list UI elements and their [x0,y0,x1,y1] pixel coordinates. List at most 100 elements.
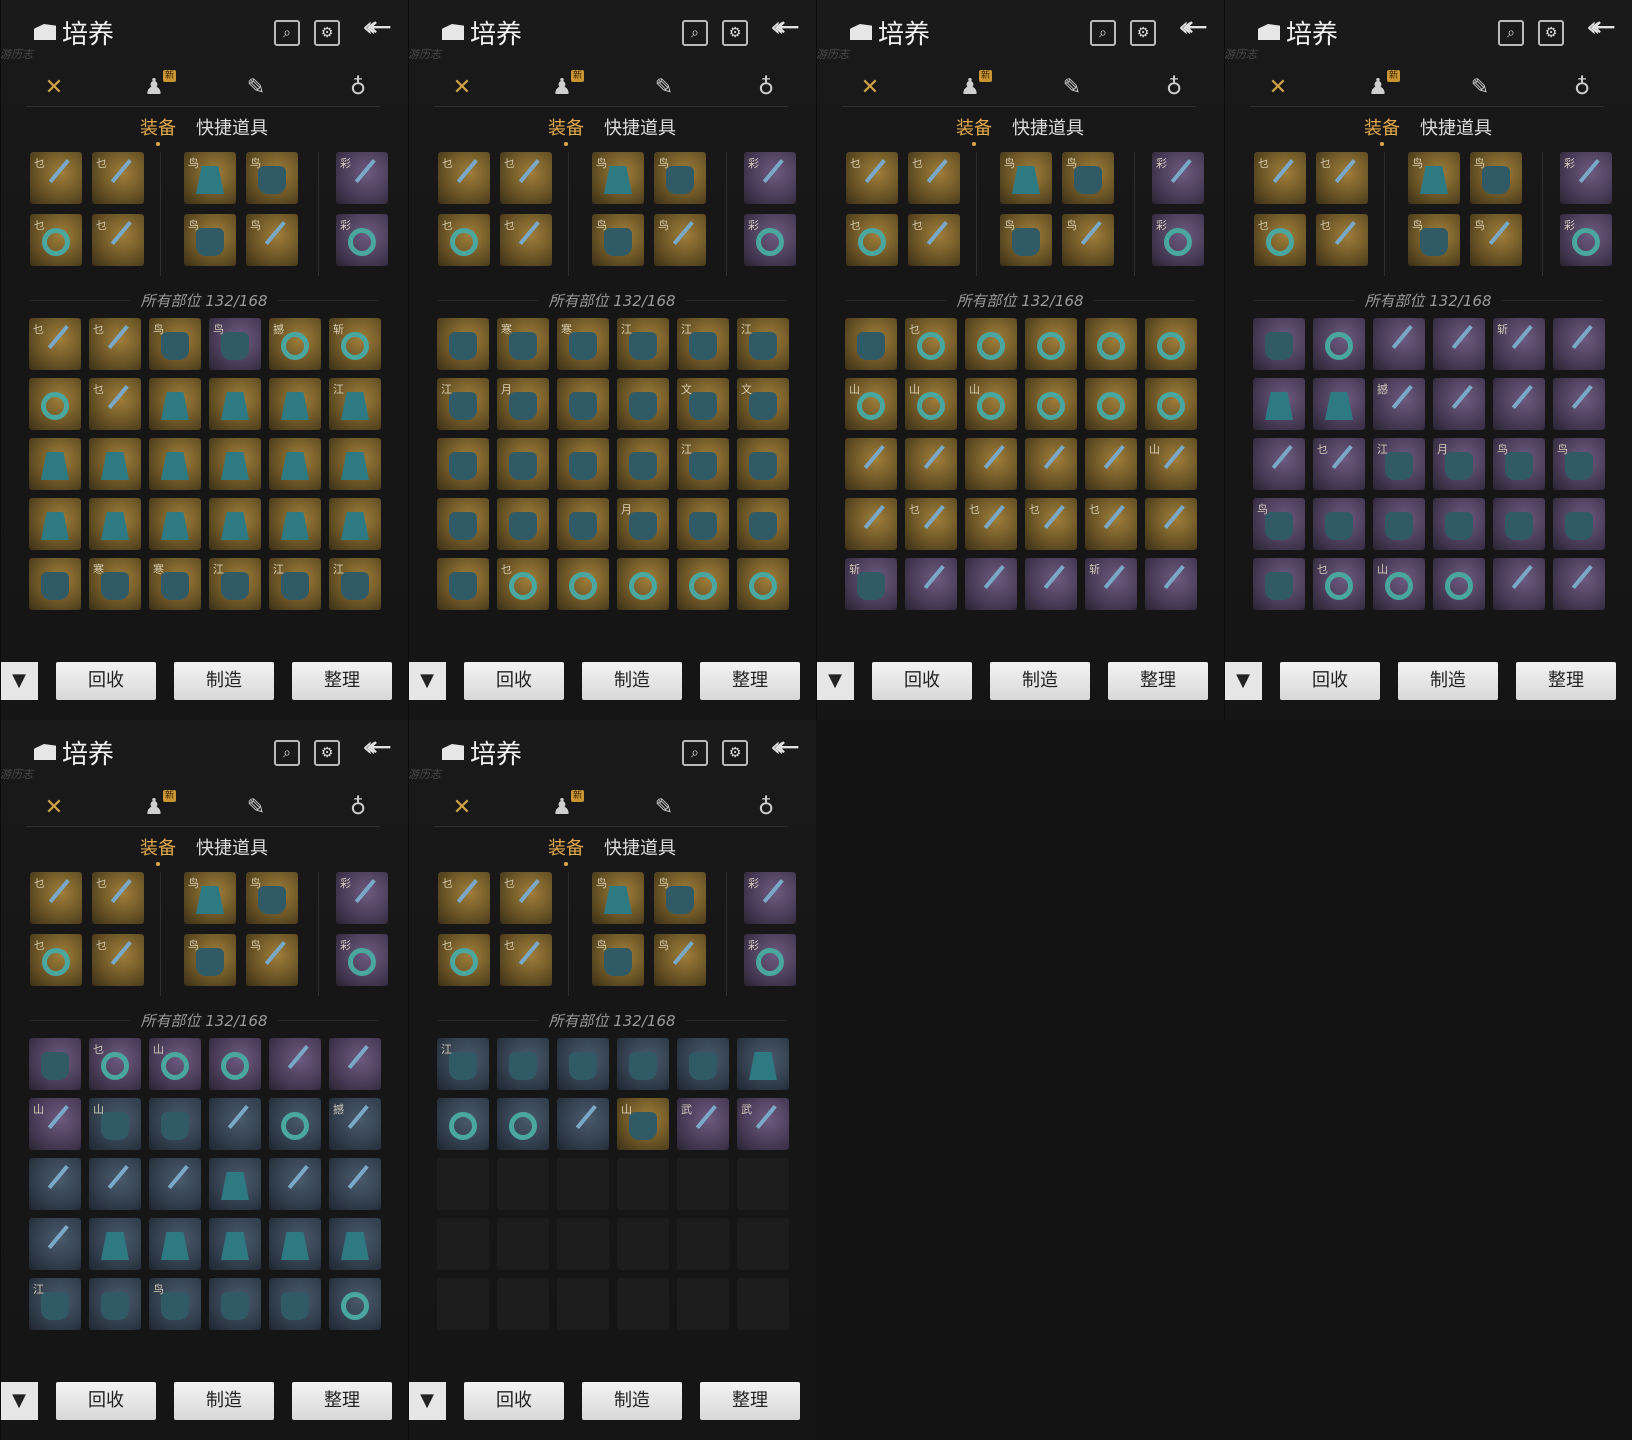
craft-button[interactable]: 制造 [582,662,682,700]
inventory-item[interactable]: 乜 [1025,498,1077,550]
inventory-item[interactable] [437,1158,489,1210]
inventory-item[interactable] [1493,558,1545,610]
equipped-slot[interactable]: 彩 [1560,152,1612,204]
inventory-item[interactable]: 武 [677,1098,729,1150]
inventory-item[interactable] [1025,378,1077,430]
inventory-item[interactable] [905,558,957,610]
sort-button[interactable]: 整理 [292,662,392,700]
inventory-item[interactable]: 文 [737,378,789,430]
inventory-item[interactable]: 乜 [905,498,957,550]
equipped-slot[interactable]: 鸟 [592,152,644,204]
inventory-item[interactable] [1253,318,1305,370]
inventory-item[interactable] [497,438,549,490]
inventory-item[interactable] [1145,498,1197,550]
inventory-item[interactable] [437,318,489,370]
inventory-item[interactable] [209,1158,261,1210]
equipped-slot[interactable]: 鸟 [184,214,236,266]
equipped-slot[interactable]: 乜 [438,152,490,204]
tab-equipment[interactable]: 装备 [140,114,176,146]
equipped-slot[interactable]: 乜 [1316,214,1368,266]
equipped-slot[interactable]: 鸟 [1000,152,1052,204]
inventory-item[interactable] [89,1158,141,1210]
equipped-slot[interactable]: 乜 [30,214,82,266]
inventory-item[interactable] [29,1158,81,1210]
equipped-slot[interactable]: 彩 [744,214,796,266]
inventory-item[interactable]: 撼 [329,1098,381,1150]
tab-quick-items[interactable]: 快捷道具 [604,834,676,860]
inventory-item[interactable]: 文 [677,378,729,430]
inventory-item[interactable] [677,1218,729,1270]
filter-button[interactable]: ▼ [1224,662,1262,700]
tab-misc[interactable]: ♁ [1158,74,1190,102]
inventory-item[interactable]: 乜 [1313,558,1365,610]
inventory-item[interactable]: 江 [617,318,669,370]
inventory-item[interactable]: 斩 [1493,318,1545,370]
equipped-slot[interactable]: 鸟 [1408,152,1460,204]
inventory-item[interactable] [905,438,957,490]
inventory-item[interactable] [497,498,549,550]
tab-consumables[interactable]: ♟ 新 [138,70,176,102]
tab-weapons[interactable]: ✕ [38,794,70,822]
inventory-item[interactable]: 乜 [965,498,1017,550]
equipped-slot[interactable]: 乜 [30,872,82,924]
inventory-item[interactable] [29,1038,81,1090]
recycle-button[interactable]: 回收 [872,662,972,700]
inventory-item[interactable]: 江 [437,378,489,430]
equipped-slot[interactable]: 彩 [744,934,796,986]
settings-button[interactable]: ⚙ [314,740,340,766]
inventory-item[interactable]: 月 [497,378,549,430]
tab-misc[interactable]: ♁ [750,794,782,822]
tab-consumables[interactable]: ♟ 新 [1362,70,1400,102]
tab-equipment[interactable]: 装备 [548,834,584,866]
inventory-item[interactable] [269,1038,321,1090]
inventory-item[interactable] [1373,318,1425,370]
inventory-item[interactable] [1025,558,1077,610]
inventory-item[interactable] [269,498,321,550]
recycle-button[interactable]: 回收 [56,662,156,700]
inventory-item[interactable]: 乜 [89,378,141,430]
inventory-item[interactable] [1253,438,1305,490]
equipped-slot[interactable]: 鸟 [1000,214,1052,266]
inventory-item[interactable]: 乜 [89,1038,141,1090]
inventory-item[interactable] [497,1158,549,1210]
settings-button[interactable]: ⚙ [722,20,748,46]
tab-scrolls[interactable]: ✎ [648,794,680,822]
inventory-item[interactable] [1373,498,1425,550]
inventory-item[interactable]: 江 [1373,438,1425,490]
inventory-item[interactable]: 山 [617,1098,669,1150]
inventory-item[interactable] [677,498,729,550]
search-button[interactable]: ⌕ [1090,20,1116,46]
craft-button[interactable]: 制造 [174,1382,274,1420]
tab-quick-items[interactable]: 快捷道具 [1012,114,1084,140]
tab-equipment[interactable]: 装备 [956,114,992,146]
back-button[interactable]: ‹‹← [1586,10,1616,43]
inventory-item[interactable] [149,438,201,490]
inventory-item[interactable]: 寒 [149,558,201,610]
inventory-item[interactable] [737,1278,789,1330]
equipped-slot[interactable]: 乜 [92,152,144,204]
equipped-slot[interactable]: 乜 [908,214,960,266]
sort-button[interactable]: 整理 [1516,662,1616,700]
equipped-slot[interactable]: 鸟 [184,934,236,986]
tab-scrolls[interactable]: ✎ [1464,74,1496,102]
inventory-item[interactable] [209,438,261,490]
inventory-item[interactable]: 乜 [1085,498,1137,550]
equipped-slot[interactable]: 乜 [1316,152,1368,204]
tab-equipment[interactable]: 装备 [548,114,584,146]
inventory-item[interactable] [1553,378,1605,430]
inventory-item[interactable] [617,1038,669,1090]
inventory-item[interactable]: 撼 [269,318,321,370]
inventory-item[interactable] [737,1038,789,1090]
tab-equipment[interactable]: 装备 [1364,114,1400,146]
tab-weapons[interactable]: ✕ [1262,74,1294,102]
tab-weapons[interactable]: ✕ [446,74,478,102]
inventory-item[interactable] [209,498,261,550]
sort-button[interactable]: 整理 [700,1382,800,1420]
equipped-slot[interactable]: 鸟 [246,152,298,204]
inventory-item[interactable] [329,1218,381,1270]
inventory-item[interactable] [677,1278,729,1330]
inventory-item[interactable] [29,498,81,550]
recycle-button[interactable]: 回收 [464,1382,564,1420]
inventory-item[interactable] [1313,498,1365,550]
equipped-slot[interactable]: 彩 [744,152,796,204]
